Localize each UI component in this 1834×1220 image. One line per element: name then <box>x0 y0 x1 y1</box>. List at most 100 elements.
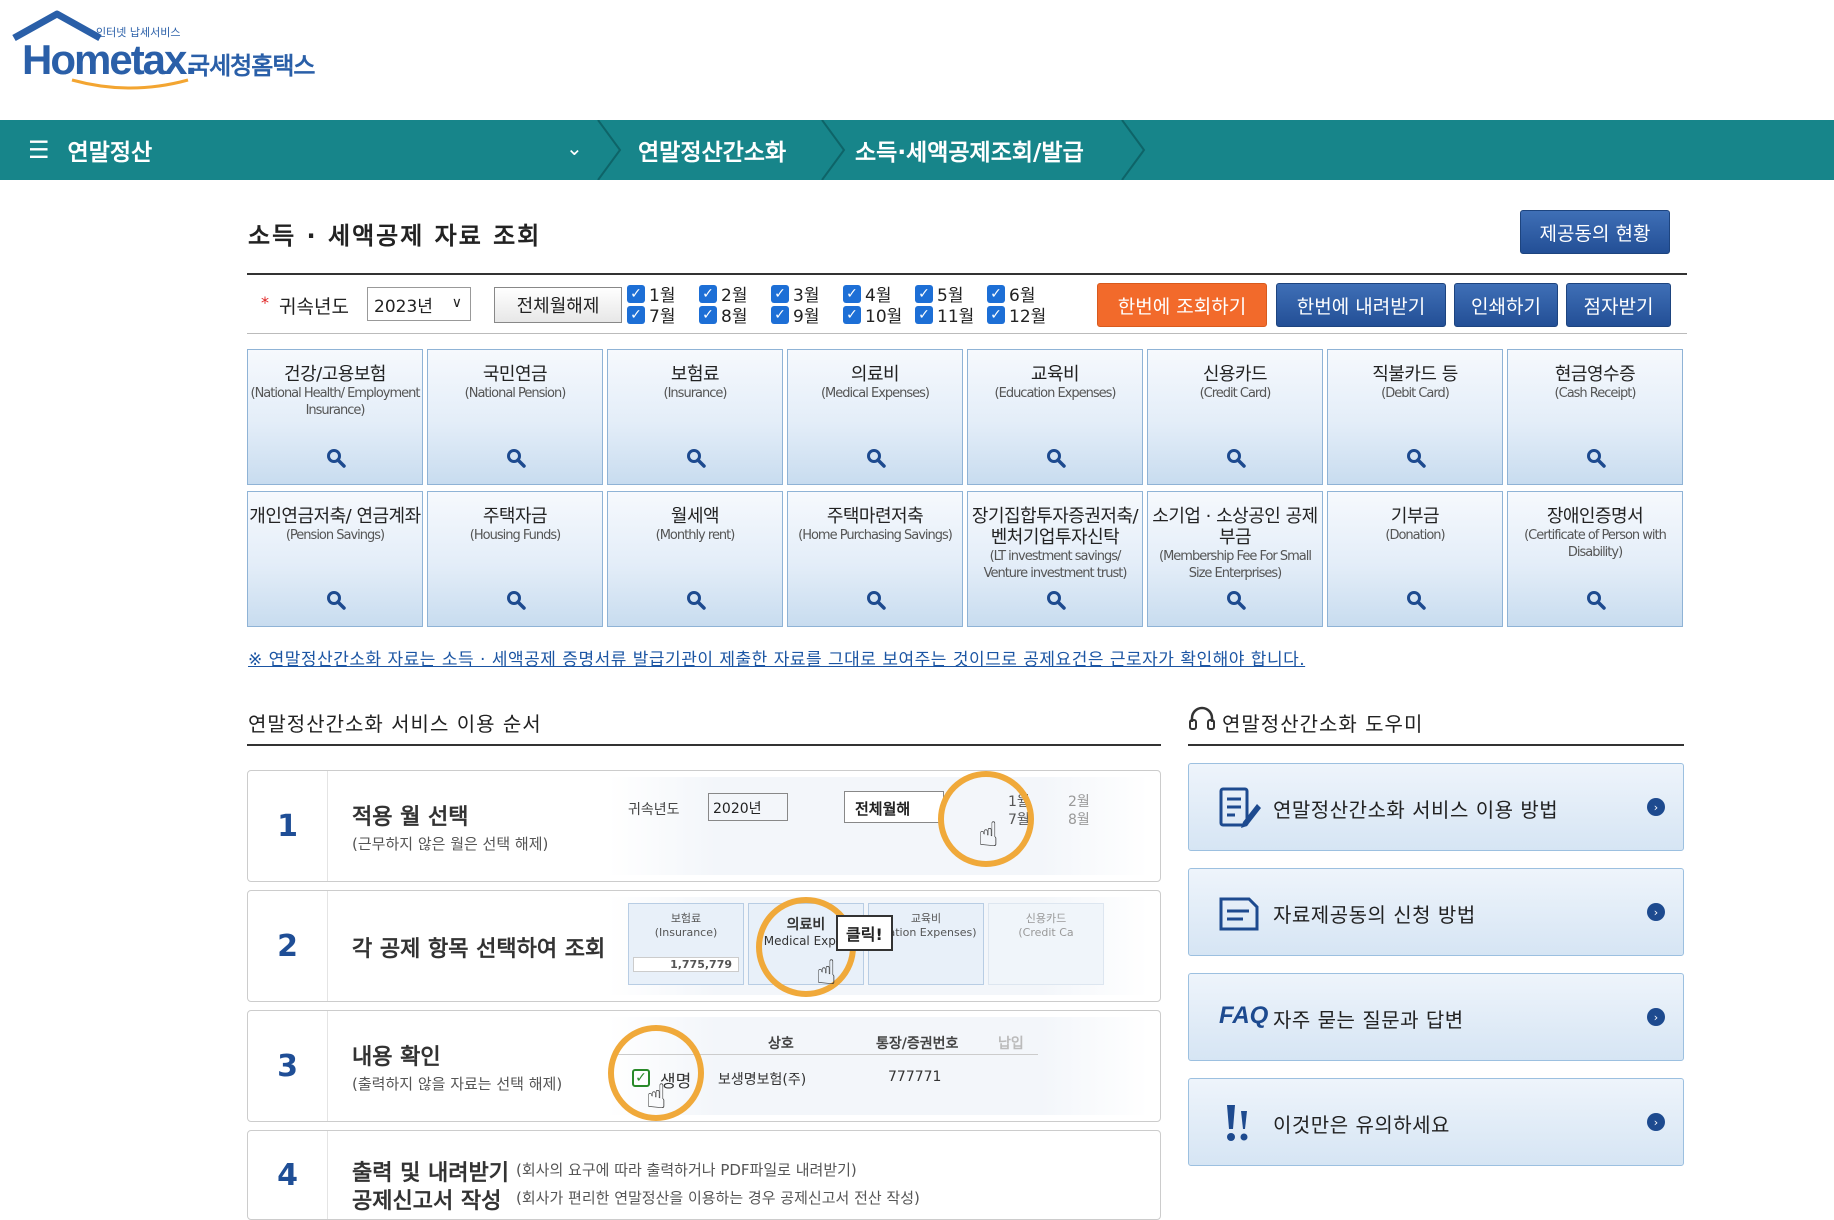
search-icon[interactable] <box>1406 590 1426 610</box>
category-card[interactable]: 직불카드 등 (Debit Card) <box>1327 349 1503 485</box>
category-card[interactable]: 기부금 (Donation) <box>1327 491 1503 627</box>
category-subtitle: (Medical Expenses) <box>820 386 930 401</box>
checkbox-icon[interactable]: ✓ <box>627 305 645 324</box>
query-all-button[interactable]: 한번에 조회하기 <box>1097 283 1267 327</box>
helper-cautions[interactable]: 이것만은 유의하세요 › <box>1188 1078 1684 1166</box>
category-subtitle: (National Pension) <box>464 386 567 401</box>
category-card[interactable]: 소기업 · 소상공인 공제부금 (Membership Fee For Small… <box>1147 491 1323 627</box>
month-checkbox[interactable]: ✓ 9월 <box>771 304 819 327</box>
hamburger-icon[interactable]: ☰ <box>28 136 50 164</box>
month-checkbox[interactable]: ✓ 6월 <box>987 283 1035 306</box>
month-checkbox[interactable]: ✓ 10월 <box>843 304 902 327</box>
search-icon[interactable] <box>866 448 886 468</box>
demo-card-value: 1,775,779 <box>633 957 739 972</box>
month-checkbox[interactable]: ✓ 8월 <box>699 304 747 327</box>
search-icon[interactable] <box>506 448 526 468</box>
category-card[interactable]: 개인연금저축/ 연금계좌 (Pension Savings) <box>247 491 423 627</box>
checkbox-icon[interactable]: ✓ <box>771 305 789 324</box>
nav-menu-dropdown[interactable]: ☰ 연말정산 ⌄ <box>0 120 600 180</box>
nav-separator <box>821 120 846 180</box>
checkbox-icon[interactable]: ✓ <box>987 305 1005 324</box>
breadcrumb-simplified[interactable]: 연말정산간소화 <box>638 120 786 180</box>
checkbox-icon[interactable]: ✓ <box>843 305 861 324</box>
search-icon[interactable] <box>686 448 706 468</box>
month-checkbox[interactable]: ✓ 7월 <box>627 304 675 327</box>
category-subtitle: (Education Expenses) <box>994 386 1117 401</box>
category-title: 신용카드 <box>1202 364 1268 385</box>
step-desc: (출력하지 않을 자료는 선택 해제) <box>352 1075 563 1093</box>
search-icon[interactable] <box>1226 448 1246 468</box>
month-checkbox[interactable]: ✓ 3월 <box>771 283 819 306</box>
helper-usage-guide[interactable]: 연말정산간소화 서비스 이용 방법 › <box>1188 763 1684 851</box>
filter-bar: * 귀속년도 2023년 ∨ 전체월해제 ✓ 1월 ✓ 2월 ✓ 3월 ✓ 4월 ✓ 5월 ✓ 6월 ✓… <box>247 273 1687 334</box>
hometax-logo[interactable]: 인터넷 납세서비스 Hometax. 국세청홈택스 <box>10 10 340 90</box>
category-title: 국민연금 <box>482 364 548 385</box>
search-icon[interactable] <box>326 590 346 610</box>
month-checkbox[interactable]: ✓ 2월 <box>699 283 747 306</box>
checkbox-icon[interactable]: ✓ <box>771 284 789 303</box>
helper-consent-guide[interactable]: 자료제공동의 신청 방법 › <box>1188 868 1684 956</box>
arrow-right-icon: › <box>1647 1008 1665 1026</box>
nav-menu-title: 연말정산 <box>67 140 153 166</box>
month-checkbox[interactable]: ✓ 4월 <box>843 283 891 306</box>
chevron-down-icon[interactable]: ⌄ <box>566 136 583 160</box>
braille-button[interactable]: 점자받기 <box>1566 283 1671 327</box>
search-icon[interactable] <box>506 590 526 610</box>
month-checkbox[interactable]: ✓ 1월 <box>627 283 675 306</box>
breadcrumb-deduction-inquiry[interactable]: 소득·세액공제조회/발급 <box>855 120 1084 180</box>
pointer-hand-icon: ☝ <box>978 815 999 855</box>
checkbox-icon[interactable]: ✓ <box>843 284 861 303</box>
month-checkbox[interactable]: ✓ 11월 <box>915 304 974 327</box>
page-title: 소득 · 세액공제 자료 조회 <box>248 222 542 250</box>
category-card[interactable]: 건강/고용보험 (National Health/ Employment Insu… <box>247 349 423 485</box>
category-card[interactable]: 주택자금 (Housing Funds) <box>427 491 603 627</box>
helper-faq[interactable]: FAQ 자주 묻는 질문과 답변 › <box>1188 973 1684 1061</box>
category-title: 의료비 <box>850 364 900 385</box>
checkbox-icon[interactable]: ✓ <box>627 284 645 303</box>
category-card[interactable]: 월세액 (Monthly rent) <box>607 491 783 627</box>
search-icon[interactable] <box>866 590 886 610</box>
clear-months-button[interactable]: 전체월해제 <box>494 287 622 323</box>
category-title: 현금영수증 <box>1554 364 1636 385</box>
checkbox-icon[interactable]: ✓ <box>915 305 933 324</box>
search-icon[interactable] <box>326 448 346 468</box>
category-card[interactable]: 교육비 (Education Expenses) <box>967 349 1143 485</box>
category-card[interactable]: 신용카드 (Credit Card) <box>1147 349 1323 485</box>
category-subtitle: (Home Purchasing Savings) <box>798 528 953 543</box>
search-icon[interactable] <box>1046 590 1066 610</box>
checkbox-icon[interactable]: ✓ <box>915 284 933 303</box>
search-icon[interactable] <box>1406 448 1426 468</box>
category-title: 소기업 · 소상공인 공제부금 <box>1152 506 1318 548</box>
category-card[interactable]: 의료비 (Medical Expenses) <box>787 349 963 485</box>
search-icon[interactable] <box>686 590 706 610</box>
step-4: 4 출력 및 내려받기 공제신고서 작성 (회사의 요구에 따라 출력하거나 P… <box>247 1130 1161 1220</box>
checkbox-icon[interactable]: ✓ <box>987 284 1005 303</box>
download-all-button[interactable]: 한번에 내려받기 <box>1276 283 1446 327</box>
step-title-2: 공제신고서 작성 <box>352 1189 502 1214</box>
search-icon[interactable] <box>1586 448 1606 468</box>
search-icon[interactable] <box>1226 590 1246 610</box>
category-card[interactable]: 장기집합투자증권저축/ 벤처기업투자신탁 (LT investment savin… <box>967 491 1143 627</box>
checkbox-icon[interactable]: ✓ <box>699 284 717 303</box>
category-card[interactable]: 장애인증명서 (Certificate of Person with Disabi… <box>1507 491 1683 627</box>
category-card[interactable]: 보험료 (Insurance) <box>607 349 783 485</box>
checkbox-icon[interactable]: ✓ <box>699 305 717 324</box>
category-card[interactable]: 주택마련저축 (Home Purchasing Savings) <box>787 491 963 627</box>
search-icon[interactable] <box>1046 448 1066 468</box>
search-icon[interactable] <box>1586 590 1606 610</box>
provider-status-button[interactable]: 제공동의 현황 <box>1520 210 1670 254</box>
step-title: 적용 월 선택 <box>352 805 469 830</box>
category-card[interactable]: 현금영수증 (Cash Receipt) <box>1507 349 1683 485</box>
step-desc: (회사의 요구에 따라 출력하거나 PDF파일로 내려받기) <box>516 1161 857 1179</box>
month-checkbox[interactable]: ✓ 12월 <box>987 304 1047 327</box>
year-select[interactable]: 2023년 ∨ <box>367 287 471 321</box>
month-checkbox[interactable]: ✓ 5월 <box>915 283 963 306</box>
category-card[interactable]: 국민연금 (National Pension) <box>427 349 603 485</box>
print-button[interactable]: 인쇄하기 <box>1454 283 1558 327</box>
month-label: 12월 <box>1009 307 1047 327</box>
demo-month-8: 8월 <box>1068 812 1090 828</box>
demo-row-company: 보생명보험(주) <box>718 1072 807 1088</box>
nav-bar: ☰ 연말정산 ⌄ 연말정산간소화 소득·세액공제조회/발급 <box>0 120 1834 180</box>
category-title: 장애인증명서 <box>1546 506 1644 527</box>
notice-link[interactable]: ※ 연말정산간소화 자료는 소득 · 세액공제 증명서류 발급기관이 제출한 자… <box>248 645 1305 670</box>
